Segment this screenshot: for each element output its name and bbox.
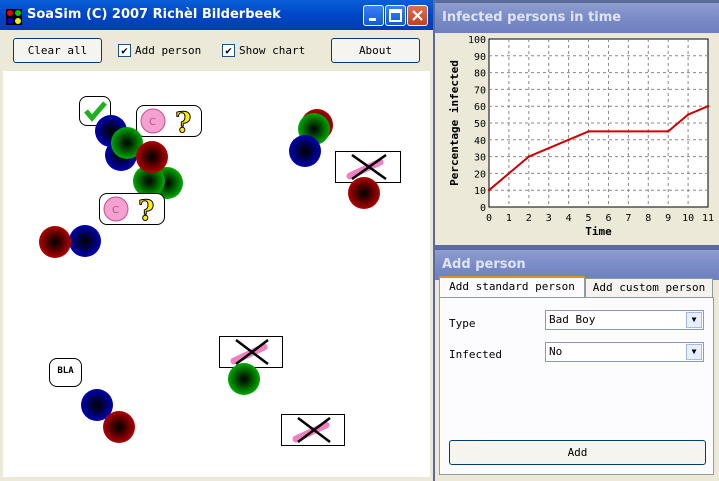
y-tick-label: 10 [474, 186, 486, 197]
person-red[interactable] [348, 177, 380, 209]
y-tick-label: 50 [474, 119, 486, 130]
data-point [487, 189, 491, 192]
show-chart-checkbox[interactable]: ✔ [222, 44, 235, 57]
infected-label: Infected [449, 348, 502, 361]
speech-bubble-bla: BLA [49, 358, 82, 387]
speech-bubble-text: BLA [57, 366, 74, 376]
x-tick-label: 5 [586, 213, 592, 224]
y-tick-label: 40 [474, 136, 486, 147]
data-point [507, 172, 511, 175]
type-label: Type [449, 317, 476, 330]
data-point [587, 130, 590, 133]
person-green[interactable] [228, 363, 260, 395]
about-button[interactable]: About [331, 38, 420, 63]
person-red[interactable] [39, 226, 71, 258]
show-chart-label: Show chart [239, 44, 306, 57]
clear-all-button[interactable]: Clear all [13, 38, 102, 63]
data-point [547, 147, 550, 150]
chart-titlebar[interactable]: Infected persons in time [435, 3, 719, 33]
y-tick-label: 0 [480, 203, 486, 214]
no-condom-sign [219, 336, 283, 368]
x-tick-label: 4 [566, 213, 572, 224]
svg-text:C: C [149, 117, 156, 128]
infected-select-value: No [549, 345, 563, 358]
chart-window-title: Infected persons in time [442, 10, 622, 25]
y-tick-label: 70 [474, 85, 486, 96]
data-point [567, 138, 570, 141]
close-icon[interactable] [407, 5, 428, 26]
y-tick-label: 60 [474, 102, 486, 113]
x-tick-label: 1 [506, 213, 512, 224]
data-point [647, 130, 650, 133]
add-person-label: Add person [135, 44, 202, 57]
data-point [666, 130, 670, 133]
main-titlebar[interactable]: SoaSim (C) 2007 Richèl Bilderbeek [0, 0, 433, 30]
x-tick-label: 0 [486, 213, 492, 224]
y-tick-label: 20 [474, 169, 486, 180]
x-tick-label: 2 [526, 213, 532, 224]
type-select[interactable]: Bad Boy ▼ [545, 310, 704, 330]
tab-add-custom-person-label: Add custom person [592, 281, 706, 294]
x-tick-label: 11 [702, 213, 714, 224]
x-tick-label: 8 [645, 213, 651, 224]
infected-select[interactable]: No ▼ [545, 342, 704, 362]
x-tick-label: 3 [546, 213, 552, 224]
add-button[interactable]: Add [449, 440, 706, 465]
chart-window: Infected persons in time 0 1 2 3 4 5 6 7 8 9 10 11 0… [435, 3, 719, 245]
svg-text:?: ? [138, 194, 154, 224]
svg-text:?: ? [175, 106, 191, 136]
y-tick-label: 80 [474, 69, 486, 80]
data-point [627, 130, 630, 133]
chevron-down-icon[interactable]: ▼ [686, 312, 702, 328]
type-select-value: Bad Boy [549, 313, 596, 326]
person-red[interactable] [103, 411, 135, 443]
minimize-icon[interactable] [363, 5, 384, 26]
person-blue[interactable] [69, 225, 101, 257]
x-tick-label: 6 [605, 213, 611, 224]
main-window-title: SoaSim (C) 2007 Richèl Bilderbeek [27, 7, 281, 22]
app-icon [6, 7, 22, 25]
x-tick-label: 7 [625, 213, 631, 224]
y-tick-label: 90 [474, 52, 486, 63]
y-axis-label: Percentage infected [448, 60, 461, 186]
y-tick-label: 100 [468, 35, 486, 46]
no-condom-sign [281, 414, 345, 446]
tab-add-standard-person[interactable]: Add standard person [439, 276, 585, 298]
add-person-window-title: Add person [442, 257, 526, 272]
condom-question-bubble: C? [136, 105, 202, 140]
infection-chart: 0 1 2 3 4 5 6 7 8 9 10 11 0 10 20 30 40 50 60 70 80 90 100 Time… [448, 35, 714, 238]
svg-text:C: C [112, 205, 119, 216]
main-window: SoaSim (C) 2007 Richèl Bilderbeek Clear … [0, 0, 433, 481]
data-point [527, 155, 531, 158]
maximize-icon[interactable] [385, 5, 406, 26]
x-tick-label: 9 [665, 213, 671, 224]
person-blue[interactable] [289, 135, 321, 167]
data-point [706, 105, 710, 108]
tab-add-custom-person[interactable]: Add custom person [585, 278, 713, 298]
add-person-window: Add person Add standard person Add custo… [435, 250, 719, 481]
x-tick-label: 10 [682, 213, 694, 224]
y-tick-label: 30 [474, 153, 486, 164]
person-red[interactable] [136, 141, 168, 173]
condom-question-bubble: C? [99, 193, 165, 228]
x-axis-label: Time [585, 225, 612, 238]
tab-add-standard-person-label: Add standard person [449, 280, 575, 293]
add-person-checkbox[interactable]: ✔ [118, 44, 131, 57]
simulation-canvas[interactable]: C? C? BLA [3, 71, 430, 477]
chevron-down-icon[interactable]: ▼ [686, 344, 702, 360]
data-point [686, 113, 690, 116]
data-point [607, 130, 610, 133]
